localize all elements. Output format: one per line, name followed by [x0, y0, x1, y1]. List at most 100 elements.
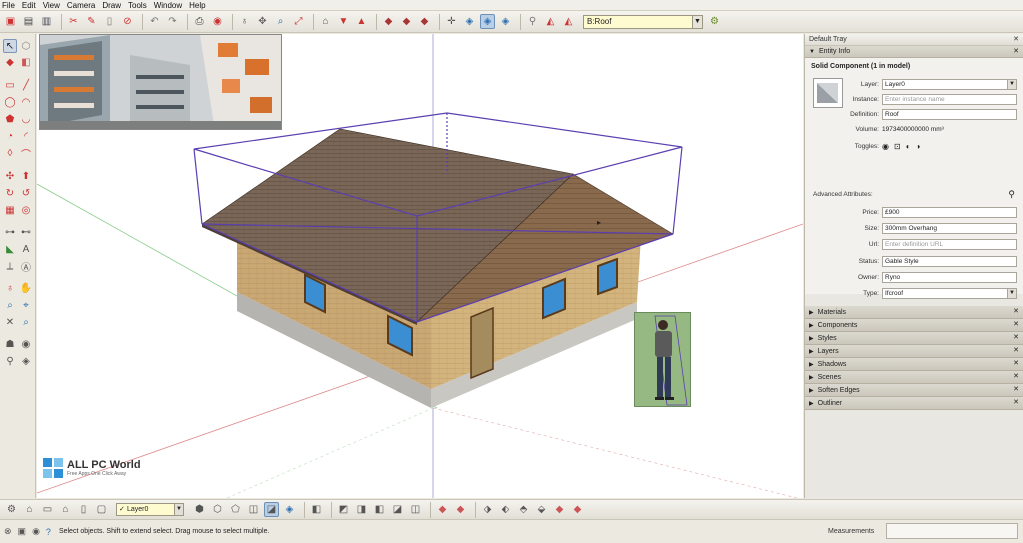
solid-union-icon[interactable]: ◩ — [336, 502, 351, 517]
right-view-icon[interactable]: ▯ — [76, 502, 91, 517]
close-icon[interactable]: ✕ — [1013, 35, 1019, 43]
paste-icon[interactable]: ✎ — [84, 14, 99, 29]
erase-icon[interactable]: ⊘ — [120, 14, 135, 29]
monochrome-view-icon[interactable]: ◈ — [282, 502, 297, 517]
zoom-window-icon[interactable]: ⌖ — [19, 298, 33, 312]
menu-view[interactable]: View — [43, 1, 60, 10]
close-icon[interactable]: ✕ — [1013, 385, 1019, 393]
pin-icon[interactable]: ⚲ — [1008, 189, 1015, 200]
drape-icon[interactable]: ◆ — [453, 502, 468, 517]
chevron-down-icon[interactable]: ▼ — [692, 15, 702, 28]
look-around-icon[interactable]: ◉ — [19, 337, 33, 351]
solid-trim-icon[interactable]: ◪ — [390, 502, 405, 517]
pan-tool-icon[interactable]: ✋ — [19, 281, 33, 295]
make-component-icon[interactable]: ⬡ — [19, 39, 33, 53]
push-pull-icon[interactable]: ⬆ — [19, 169, 33, 183]
panel-scenes[interactable]: ▶ Scenes ✕ — [805, 371, 1023, 384]
chevron-down-icon[interactable]: ▼ — [1007, 289, 1016, 298]
cut-icon[interactable]: ✂ — [66, 14, 81, 29]
size-input[interactable]: 300mm Overhang — [882, 223, 1017, 234]
add-detail-icon[interactable]: ⬘ — [516, 502, 531, 517]
text-icon[interactable]: A — [19, 242, 33, 256]
type-select[interactable]: Ifcroof ▼ — [882, 288, 1017, 299]
scene-select[interactable]: B:Roof ▼ — [583, 14, 703, 29]
measurements-input[interactable] — [886, 523, 1018, 539]
zoom-tool-icon[interactable]: ⌕ — [3, 298, 17, 312]
back-edges-icon[interactable]: ◆ — [399, 14, 414, 29]
close-icon[interactable]: ✕ — [1013, 333, 1019, 341]
walk-icon[interactable]: ⚲ — [3, 354, 17, 368]
pie-icon[interactable]: ◔ — [3, 129, 17, 143]
select-icon[interactable]: ↖ — [3, 39, 17, 53]
chevron-down-icon[interactable]: ▼ — [1007, 80, 1016, 89]
section-plane-icon[interactable]: ⚲ — [525, 14, 540, 29]
geo-location-icon[interactable]: ⊗ — [4, 526, 12, 537]
menu-help[interactable]: Help — [189, 1, 205, 10]
lock-icon[interactable]: ⊡ — [894, 142, 901, 151]
menu-camera[interactable]: Camera — [67, 1, 95, 10]
close-icon[interactable]: ✕ — [1013, 307, 1019, 315]
panel-styles[interactable]: ▶ Styles ✕ — [805, 332, 1023, 345]
two-point-arc-icon[interactable]: ⌒ — [19, 146, 33, 161]
scale-icon[interactable]: ▦ — [3, 203, 17, 217]
back-edges-view-icon[interactable]: ⬡ — [210, 502, 225, 517]
status-input[interactable]: Gable Style — [882, 256, 1017, 267]
instance-input[interactable]: Enter instance name — [882, 94, 1017, 105]
help-icon[interactable]: ? — [46, 527, 51, 537]
offset-icon[interactable]: ◎ — [19, 203, 33, 217]
model-viewport[interactable]: ▸ ALL PC World Free Apps One Click Away — [37, 34, 803, 498]
close-icon[interactable]: ✕ — [1013, 398, 1019, 406]
share-icon[interactable]: ▲ — [354, 14, 369, 29]
paint-bucket-icon[interactable]: ◆ — [3, 55, 17, 69]
wireframe-icon[interactable]: ◆ — [417, 14, 432, 29]
circle-icon[interactable]: ◯ — [3, 95, 17, 109]
panel-entity-info[interactable]: ▼ Entity Info ✕ — [805, 46, 1023, 58]
eye-icon[interactable]: ◉ — [882, 142, 889, 151]
rotate-icon[interactable]: ↻ — [3, 186, 17, 200]
menu-edit[interactable]: Edit — [22, 1, 36, 10]
dimension-icon[interactable]: ⊷ — [19, 225, 33, 239]
shaded-icon[interactable]: ◈ — [462, 14, 477, 29]
freehand-icon[interactable]: ◡ — [19, 112, 33, 126]
polygon-icon[interactable]: ⬟ — [3, 112, 17, 126]
save-icon[interactable]: ▥ — [39, 14, 54, 29]
panel-shadows[interactable]: ▶ Shadows ✕ — [805, 358, 1023, 371]
gear-icon[interactable]: ⚙ — [4, 502, 19, 517]
position-camera-icon[interactable]: ☗ — [3, 337, 17, 351]
section-cuts-icon[interactable]: ◭ — [561, 14, 576, 29]
previous-view-icon[interactable]: ✕ — [3, 315, 17, 329]
panel-soften-edges[interactable]: ▶ Soften Edges ✕ — [805, 384, 1023, 397]
solid-split-icon[interactable]: ◫ — [408, 502, 423, 517]
undo-icon[interactable]: ↶ — [147, 14, 162, 29]
stamp-icon[interactable]: ◆ — [435, 502, 450, 517]
orbit-icon[interactable]: ♁ — [237, 14, 252, 29]
follow-me-icon[interactable]: ↺ — [19, 186, 33, 200]
panel-materials[interactable]: ▶ Materials ✕ — [805, 306, 1023, 319]
smoove-icon[interactable]: ⬖ — [498, 502, 513, 517]
warehouse-icon[interactable]: ⌂ — [318, 14, 333, 29]
print-icon[interactable]: ⎙ — [192, 14, 207, 29]
definition-input[interactable]: Roof — [882, 109, 1017, 120]
user-icon[interactable]: ◉ — [32, 526, 40, 537]
line-icon[interactable]: ╱ — [19, 78, 33, 92]
match-photo-icon[interactable]: ◆ — [552, 502, 567, 517]
credits-icon[interactable]: ▣ — [18, 526, 27, 537]
protractor-icon[interactable]: ◣ — [3, 242, 17, 256]
zoom-icon[interactable]: ⌕ — [273, 14, 288, 29]
owner-input[interactable]: Ryno — [882, 272, 1017, 283]
sandbox-from-contours-icon[interactable]: ◧ — [309, 502, 324, 517]
get-models-icon[interactable]: ▼ — [336, 14, 351, 29]
open-icon[interactable]: ▤ — [21, 14, 36, 29]
close-icon[interactable]: ✕ — [1013, 47, 1019, 55]
pan-icon[interactable]: ✥ — [255, 14, 270, 29]
x-ray-icon[interactable]: ◆ — [381, 14, 396, 29]
xray-view-icon[interactable]: ⬢ — [192, 502, 207, 517]
3d-text-icon[interactable]: Ⓐ — [19, 259, 33, 274]
textured-icon[interactable]: ◈ — [480, 14, 495, 29]
hidden-line-view-icon[interactable]: ◫ — [246, 502, 261, 517]
front-view-icon[interactable]: ⌂ — [58, 502, 73, 517]
menu-file[interactable]: File — [2, 1, 15, 10]
layer-select[interactable]: Layer0 ▼ — [882, 79, 1017, 90]
close-icon[interactable]: ✕ — [1013, 359, 1019, 367]
panel-outliner[interactable]: ▶ Outliner ✕ — [805, 397, 1023, 410]
